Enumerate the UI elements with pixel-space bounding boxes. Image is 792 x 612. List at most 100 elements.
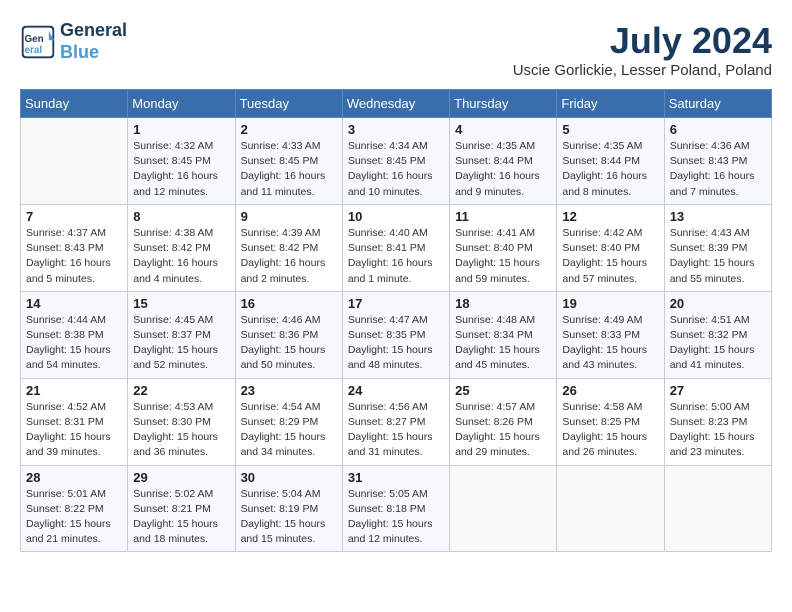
calendar-table: SundayMondayTuesdayWednesdayThursdayFrid… xyxy=(20,89,772,552)
day-info: Sunrise: 5:02 AMSunset: 8:21 PMDaylight:… xyxy=(133,487,229,548)
calendar-cell: 19 Sunrise: 4:49 AMSunset: 8:33 PMDayligh… xyxy=(557,291,664,378)
day-info: Sunrise: 4:37 AMSunset: 8:43 PMDaylight:… xyxy=(26,226,122,287)
day-info: Sunrise: 4:56 AMSunset: 8:27 PMDaylight:… xyxy=(348,400,444,461)
calendar-cell: 24 Sunrise: 4:56 AMSunset: 8:27 PMDayligh… xyxy=(342,378,449,465)
day-info: Sunrise: 4:36 AMSunset: 8:43 PMDaylight:… xyxy=(670,139,766,200)
day-info: Sunrise: 5:04 AMSunset: 8:19 PMDaylight:… xyxy=(241,487,337,548)
day-info: Sunrise: 4:46 AMSunset: 8:36 PMDaylight:… xyxy=(241,313,337,374)
calendar-cell: 16 Sunrise: 4:46 AMSunset: 8:36 PMDayligh… xyxy=(235,291,342,378)
day-number: 13 xyxy=(670,209,766,224)
calendar-cell: 20Sunrise: 4:51 AMSunset: 8:32 PMDayligh… xyxy=(664,291,771,378)
calendar-cell: 13 Sunrise: 4:43 AMSunset: 8:39 PMDayligh… xyxy=(664,204,771,291)
calendar-week-row: 28Sunrise: 5:01 AMSunset: 8:22 PMDayligh… xyxy=(21,465,772,552)
day-info: Sunrise: 4:51 AMSunset: 8:32 PMDaylight:… xyxy=(670,313,766,374)
day-info: Sunrise: 4:35 AMSunset: 8:44 PMDaylight:… xyxy=(455,139,551,200)
day-number: 9 xyxy=(241,209,337,224)
calendar-cell: 31Sunrise: 5:05 AMSunset: 8:18 PMDayligh… xyxy=(342,465,449,552)
calendar-cell: 11 Sunrise: 4:41 AMSunset: 8:40 PMDayligh… xyxy=(450,204,557,291)
day-info: Sunrise: 5:00 AMSunset: 8:23 PMDaylight:… xyxy=(670,400,766,461)
day-number: 17 xyxy=(348,296,444,311)
day-number: 29 xyxy=(133,470,229,485)
day-header: Sunday xyxy=(21,90,128,118)
calendar-week-row: 14 Sunrise: 4:44 AMSunset: 8:38 PMDayligh… xyxy=(21,291,772,378)
day-number: 22 xyxy=(133,383,229,398)
day-info: Sunrise: 4:58 AMSunset: 8:25 PMDaylight:… xyxy=(562,400,658,461)
calendar-cell: 21Sunrise: 4:52 AMSunset: 8:31 PMDayligh… xyxy=(21,378,128,465)
day-header: Thursday xyxy=(450,90,557,118)
day-number: 2 xyxy=(241,122,337,137)
day-info: Sunrise: 4:44 AMSunset: 8:38 PMDaylight:… xyxy=(26,313,122,374)
calendar-cell: 30 Sunrise: 5:04 AMSunset: 8:19 PMDayligh… xyxy=(235,465,342,552)
day-info: Sunrise: 4:35 AMSunset: 8:44 PMDaylight:… xyxy=(562,139,658,200)
calendar-cell: 9 Sunrise: 4:39 AMSunset: 8:42 PMDaylight… xyxy=(235,204,342,291)
day-info: Sunrise: 4:42 AMSunset: 8:40 PMDaylight:… xyxy=(562,226,658,287)
calendar-cell: 5 Sunrise: 4:35 AMSunset: 8:44 PMDaylight… xyxy=(557,118,664,205)
day-info: Sunrise: 4:33 AMSunset: 8:45 PMDaylight:… xyxy=(241,139,337,200)
day-info: Sunrise: 4:47 AMSunset: 8:35 PMDaylight:… xyxy=(348,313,444,374)
day-number: 5 xyxy=(562,122,658,137)
day-number: 1 xyxy=(133,122,229,137)
day-number: 12 xyxy=(562,209,658,224)
day-header: Monday xyxy=(128,90,235,118)
calendar-cell xyxy=(664,465,771,552)
logo-text: General Blue xyxy=(60,20,127,63)
day-number: 18 xyxy=(455,296,551,311)
day-number: 30 xyxy=(241,470,337,485)
svg-text:eral: eral xyxy=(25,44,43,55)
calendar-week-row: 7Sunrise: 4:37 AMSunset: 8:43 PMDaylight… xyxy=(21,204,772,291)
title-block: July 2024 Uscie Gorlickie, Lesser Poland… xyxy=(513,20,772,79)
day-info: Sunrise: 4:45 AMSunset: 8:37 PMDaylight:… xyxy=(133,313,229,374)
location: Uscie Gorlickie, Lesser Poland, Poland xyxy=(513,62,772,79)
day-info: Sunrise: 4:40 AMSunset: 8:41 PMDaylight:… xyxy=(348,226,444,287)
month-title: July 2024 xyxy=(513,20,772,62)
logo: Gen eral General Blue xyxy=(20,20,127,63)
day-number: 11 xyxy=(455,209,551,224)
day-info: Sunrise: 4:32 AMSunset: 8:45 PMDaylight:… xyxy=(133,139,229,200)
calendar-cell: 4Sunrise: 4:35 AMSunset: 8:44 PMDaylight… xyxy=(450,118,557,205)
calendar-cell: 26 Sunrise: 4:58 AMSunset: 8:25 PMDayligh… xyxy=(557,378,664,465)
calendar-cell: 14 Sunrise: 4:44 AMSunset: 8:38 PMDayligh… xyxy=(21,291,128,378)
calendar-cell: 10 Sunrise: 4:40 AMSunset: 8:41 PMDayligh… xyxy=(342,204,449,291)
day-number: 31 xyxy=(348,470,444,485)
day-number: 15 xyxy=(133,296,229,311)
day-info: Sunrise: 4:43 AMSunset: 8:39 PMDaylight:… xyxy=(670,226,766,287)
day-header: Saturday xyxy=(664,90,771,118)
day-info: Sunrise: 4:38 AMSunset: 8:42 PMDaylight:… xyxy=(133,226,229,287)
day-info: Sunrise: 4:49 AMSunset: 8:33 PMDaylight:… xyxy=(562,313,658,374)
day-info: Sunrise: 4:52 AMSunset: 8:31 PMDaylight:… xyxy=(26,400,122,461)
day-number: 27 xyxy=(670,383,766,398)
day-info: Sunrise: 4:39 AMSunset: 8:42 PMDaylight:… xyxy=(241,226,337,287)
day-number: 26 xyxy=(562,383,658,398)
day-info: Sunrise: 4:57 AMSunset: 8:26 PMDaylight:… xyxy=(455,400,551,461)
day-info: Sunrise: 4:41 AMSunset: 8:40 PMDaylight:… xyxy=(455,226,551,287)
day-number: 14 xyxy=(26,296,122,311)
calendar-header-row: SundayMondayTuesdayWednesdayThursdayFrid… xyxy=(21,90,772,118)
day-number: 25 xyxy=(455,383,551,398)
day-number: 19 xyxy=(562,296,658,311)
day-header: Wednesday xyxy=(342,90,449,118)
calendar-cell: 22 Sunrise: 4:53 AMSunset: 8:30 PMDayligh… xyxy=(128,378,235,465)
calendar-cell: 29 Sunrise: 5:02 AMSunset: 8:21 PMDayligh… xyxy=(128,465,235,552)
day-number: 23 xyxy=(241,383,337,398)
calendar-week-row: 1 Sunrise: 4:32 AMSunset: 8:45 PMDaylight… xyxy=(21,118,772,205)
day-header: Tuesday xyxy=(235,90,342,118)
calendar-cell: 18 Sunrise: 4:48 AMSunset: 8:34 PMDayligh… xyxy=(450,291,557,378)
day-number: 8 xyxy=(133,209,229,224)
day-header: Friday xyxy=(557,90,664,118)
calendar-cell: 25 Sunrise: 4:57 AMSunset: 8:26 PMDayligh… xyxy=(450,378,557,465)
calendar-cell: 3Sunrise: 4:34 AMSunset: 8:45 PMDaylight… xyxy=(342,118,449,205)
calendar-cell: 7Sunrise: 4:37 AMSunset: 8:43 PMDaylight… xyxy=(21,204,128,291)
calendar-cell: 15 Sunrise: 4:45 AMSunset: 8:37 PMDayligh… xyxy=(128,291,235,378)
day-info: Sunrise: 4:53 AMSunset: 8:30 PMDaylight:… xyxy=(133,400,229,461)
calendar-cell: 2 Sunrise: 4:33 AMSunset: 8:45 PMDaylight… xyxy=(235,118,342,205)
day-number: 6 xyxy=(670,122,766,137)
logo-icon: Gen eral xyxy=(20,24,56,60)
calendar-cell: 17 Sunrise: 4:47 AMSunset: 8:35 PMDayligh… xyxy=(342,291,449,378)
day-number: 10 xyxy=(348,209,444,224)
calendar-cell xyxy=(557,465,664,552)
day-number: 24 xyxy=(348,383,444,398)
day-info: Sunrise: 4:48 AMSunset: 8:34 PMDaylight:… xyxy=(455,313,551,374)
day-number: 16 xyxy=(241,296,337,311)
calendar-cell xyxy=(450,465,557,552)
calendar-cell: 28Sunrise: 5:01 AMSunset: 8:22 PMDayligh… xyxy=(21,465,128,552)
